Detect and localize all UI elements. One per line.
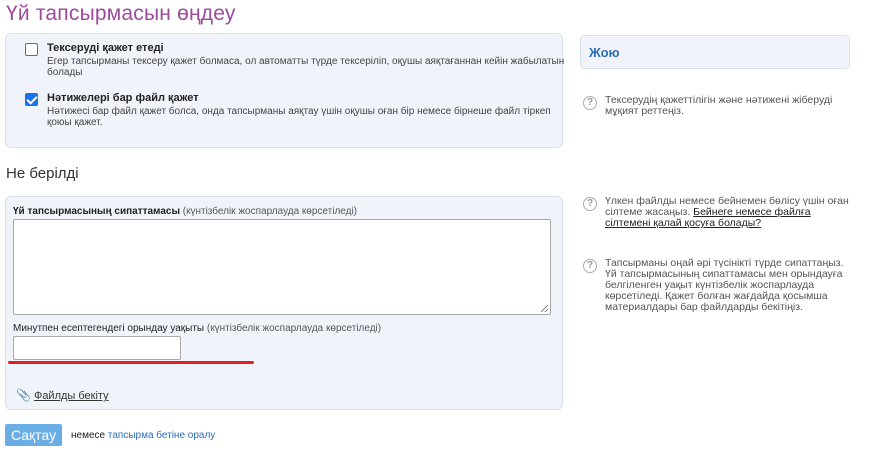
page-title: Үй тапсырмасын өңдеу xyxy=(6,2,236,25)
file-required-checkbox[interactable] xyxy=(25,93,38,106)
delete-box: Жою xyxy=(580,35,850,69)
description-label: Үй тапсырмасының сипаттамасы (күнтізбелі… xyxy=(13,206,357,217)
file-required-desc: Нәтижесі бар файл қажет болса, онда тапс… xyxy=(47,106,551,128)
save-button[interactable]: Сақтау xyxy=(5,424,63,446)
help-describe-text: Тапсырманы оңай әрі түсінікті түрде сипа… xyxy=(605,257,844,313)
time-label: Минутпен есептегендегі орындау уақыты (к… xyxy=(13,323,381,334)
footer-text: немесе тапсырма бетіне оралу xyxy=(71,430,215,441)
help-review-text: Тексерудің қажеттілігін және нәтижені жі… xyxy=(605,94,833,117)
description-hint: (күнтізбелік жоспарлауда көрсетіледі) xyxy=(182,206,358,217)
delete-link[interactable]: Жою xyxy=(589,45,620,60)
question-icon: ? xyxy=(583,259,597,273)
resize-grip-icon[interactable] xyxy=(541,305,548,312)
section-heading: Не берілді xyxy=(6,165,79,182)
time-hint: (күнтізбелік жоспарлауда көрсетіледі) xyxy=(206,323,382,334)
description-label-text: Үй тапсырмасының сипаттамасы xyxy=(13,206,180,217)
options-panel: Тексеруді қажет етеді Егер тапсырманы те… xyxy=(5,33,564,148)
review-required-title: Тексеруді қажет етеді xyxy=(47,42,164,54)
attach-file-label[interactable]: Файлды бекіту xyxy=(34,390,109,402)
footer-or-text: немесе xyxy=(71,430,106,441)
paperclip-icon: 📎 xyxy=(16,388,31,402)
review-required-checkbox[interactable] xyxy=(25,43,38,56)
description-textarea[interactable] xyxy=(13,219,551,315)
review-required-desc: Егер тапсырманы тексеру қажет болмаса, о… xyxy=(47,56,565,78)
red-highlight-underline xyxy=(8,361,254,364)
time-label-text: Минутпен есептегендегі орындау уақыты xyxy=(13,323,205,334)
time-input[interactable] xyxy=(13,336,181,360)
question-icon: ? xyxy=(583,96,597,110)
file-required-title: Нәтижелері бар файл қажет xyxy=(47,92,199,104)
attach-file-link[interactable]: 📎 Файлды бекіту xyxy=(16,388,109,402)
question-icon: ? xyxy=(583,197,597,211)
back-to-assignment-link[interactable]: тапсырма бетіне оралу xyxy=(108,430,215,441)
